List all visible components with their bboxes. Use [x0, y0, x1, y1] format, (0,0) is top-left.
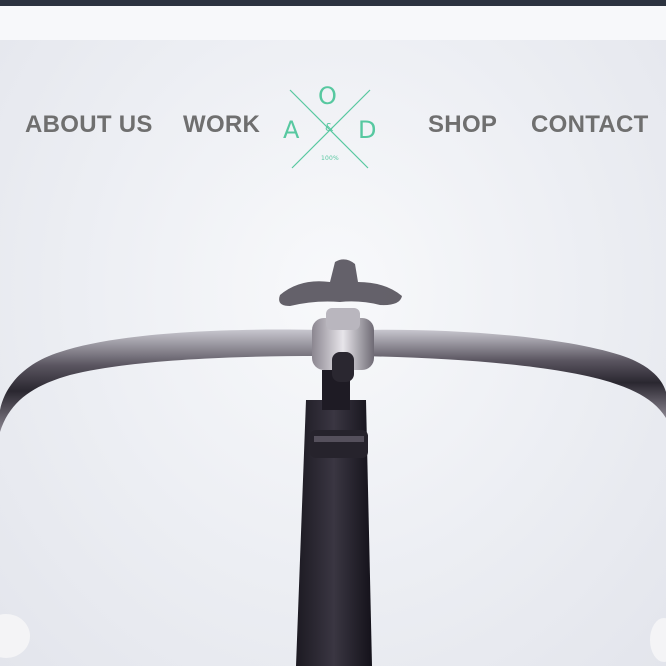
brand-logo[interactable]: O A D & 100%: [278, 80, 382, 174]
logo-letter-a: A: [283, 116, 300, 144]
nav-contact[interactable]: CONTACT: [531, 108, 649, 142]
logo-letter-d: D: [358, 116, 377, 144]
nav-about-us[interactable]: ABOUT US: [25, 108, 153, 142]
nav-shop[interactable]: SHOP: [428, 108, 497, 142]
logo-ampersand: &: [325, 121, 334, 134]
nav-work[interactable]: WORK: [183, 108, 260, 142]
header-strip: [0, 6, 666, 40]
logo-tagline: 100%: [321, 155, 339, 162]
logo-letter-o: O: [318, 82, 337, 110]
